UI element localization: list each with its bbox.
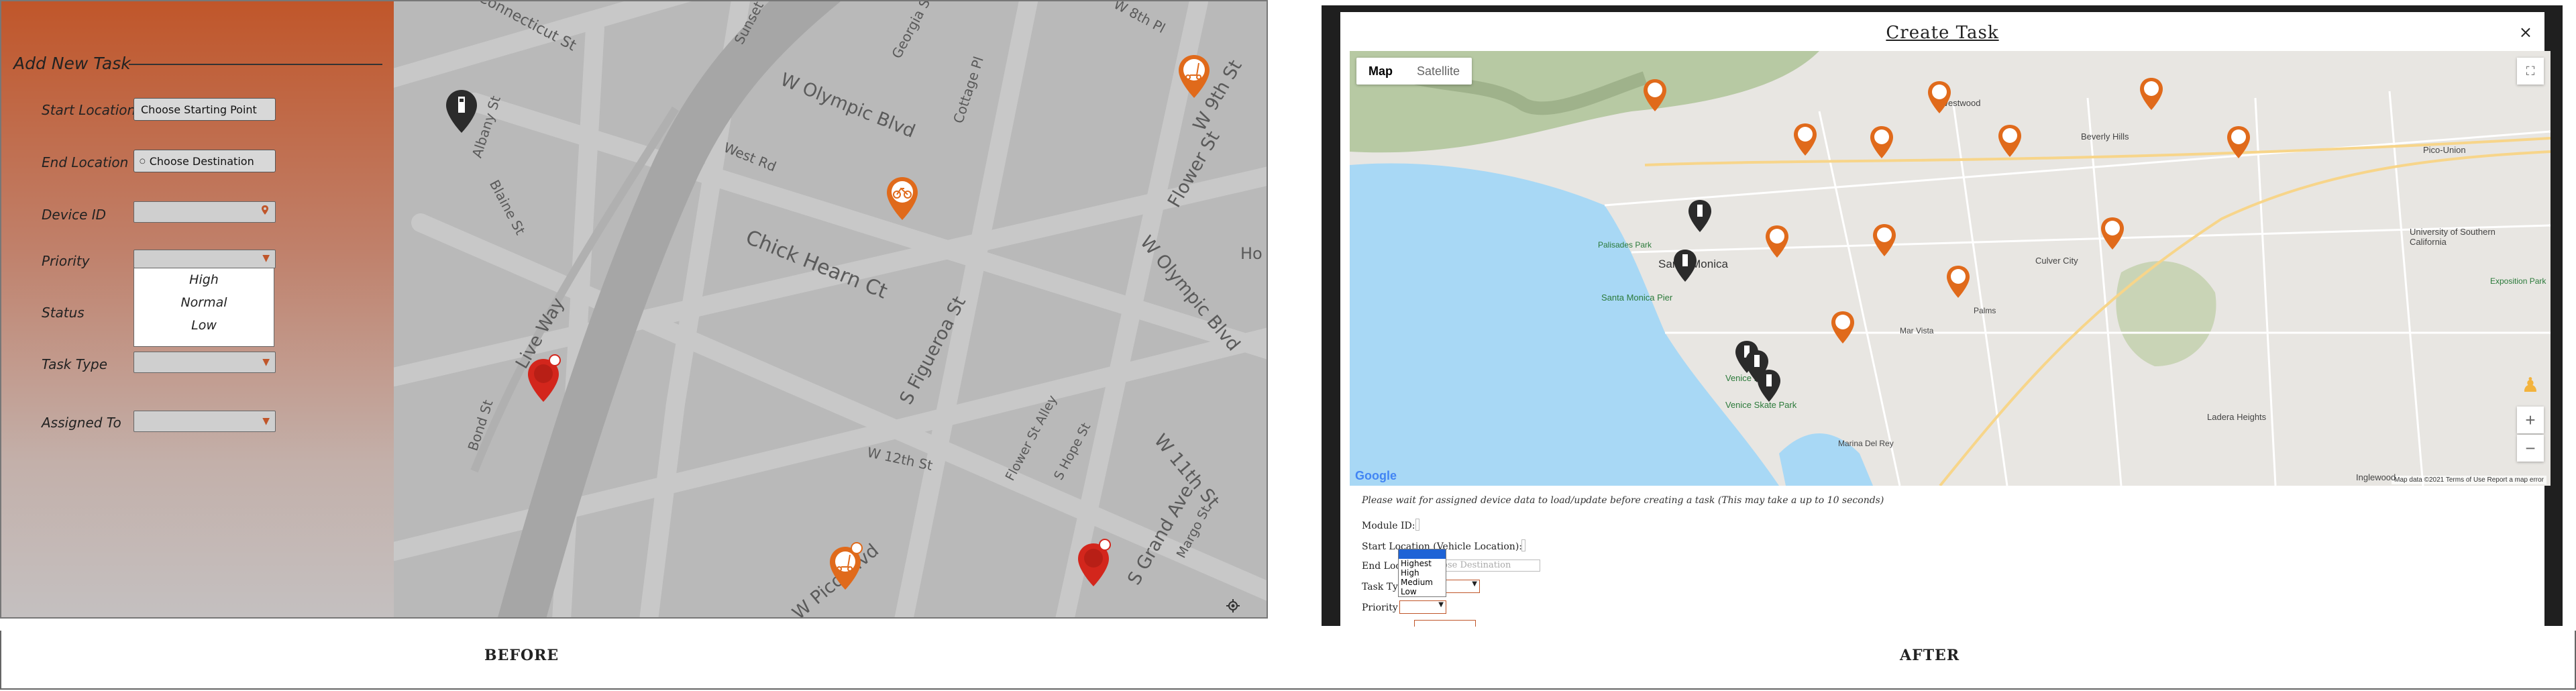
priority-option-highest[interactable]: Highest <box>1399 559 1446 568</box>
scooter-pin-icon[interactable] <box>1870 126 1893 158</box>
priority-label: Priority <box>42 253 90 269</box>
end-location-label: End Location <box>42 154 129 170</box>
map-footer[interactable]: Map data ©2021 Terms of Use Report a map… <box>2392 476 2546 484</box>
chevron-down-icon: ▼ <box>262 416 270 427</box>
assigned-to-select[interactable]: ▼ <box>133 411 276 432</box>
title-divider <box>129 64 382 65</box>
scooter-pin-icon[interactable] <box>1794 123 1817 156</box>
figure-caption-bar <box>0 631 2576 690</box>
place-label: Ladera Heights <box>2207 412 2267 422</box>
task-type-select[interactable]: ▼ <box>133 352 276 373</box>
place-label: Marina Del Rey <box>1838 439 1894 448</box>
device-id-input[interactable] <box>133 201 276 223</box>
scooter-pin-icon[interactable] <box>1831 311 1854 343</box>
choose-destination-label: Choose Destination <box>149 154 254 168</box>
place-label: Beverly Hills <box>2081 131 2129 142</box>
zoom-in-button[interactable]: + <box>2517 407 2544 433</box>
chevron-down-icon: ▼ <box>262 357 270 368</box>
location-pin-icon <box>262 205 268 215</box>
scooter-pin-icon[interactable] <box>2227 126 2250 158</box>
my-location-icon[interactable] <box>1226 598 1240 613</box>
priority-option-low[interactable]: Low <box>1399 587 1446 596</box>
priority-label: Priority <box>1362 602 1398 613</box>
place-label: Santa Monica Pier <box>1601 293 1673 303</box>
google-map[interactable]: Map Satellite ⛶ ♟ + − Google Map data ©2… <box>1350 51 2551 486</box>
module-id-input[interactable] <box>1415 519 1419 531</box>
scooter-pin-icon[interactable] <box>2101 217 2124 250</box>
priority-option-high[interactable]: High <box>1399 568 1446 578</box>
before-screenshot: Add New Task Start Location Choose Start… <box>0 0 1268 619</box>
map-type-satellite-button[interactable]: Satellite <box>1405 58 1472 85</box>
bike-pin-icon[interactable] <box>887 177 918 220</box>
kiosk-pin-icon[interactable] <box>446 90 477 133</box>
priority-dropdown: Highest High Medium Low <box>1398 549 1446 597</box>
chevron-down-icon: ▼ <box>1472 580 1477 588</box>
chevron-down-icon: ▼ <box>1438 601 1444 608</box>
choose-destination-button[interactable]: ○ Choose Destination <box>133 150 276 172</box>
device-id-label: Device ID <box>42 207 107 223</box>
map-type-toggle: Map Satellite <box>1356 58 1472 85</box>
start-location-label: Start Location <box>42 102 136 118</box>
add-task-form: Add New Task Start Location Choose Start… <box>1 1 394 617</box>
priority-dropdown: High Normal Low <box>133 268 274 347</box>
kiosk-pin-icon[interactable] <box>1688 200 1711 232</box>
priority-option-blank[interactable] <box>1399 549 1446 559</box>
scooter-pin-icon[interactable] <box>2140 78 2163 110</box>
scooter-pin-icon[interactable] <box>1766 225 1788 258</box>
scooter-pin-icon[interactable] <box>1947 266 1970 298</box>
fullscreen-icon[interactable]: ⛶ <box>2517 58 2544 85</box>
place-label: Pico-Union <box>2423 145 2466 155</box>
before-caption: BEFORE <box>484 647 559 664</box>
form-title: Add New Task <box>13 54 131 73</box>
scooter-pin-icon[interactable] <box>1998 125 2021 157</box>
map-type-map-button[interactable]: Map <box>1356 58 1405 85</box>
submit-button-edge[interactable] <box>1414 620 1476 627</box>
chevron-down-icon: ▼ <box>262 253 270 264</box>
scooter-pin-icon[interactable] <box>1873 224 1896 256</box>
priority-select[interactable]: ▼ <box>1399 600 1446 614</box>
map-before[interactable]: Connecticut St W 8th Pl W Olympic Blvd C… <box>394 1 1267 617</box>
radio-dot-icon: ○ <box>140 157 146 165</box>
kiosk-pin-icon[interactable] <box>1758 370 1780 402</box>
badge-icon <box>1186 61 1194 69</box>
status-label: Status <box>42 305 85 321</box>
priority-option-high[interactable]: High <box>134 268 274 291</box>
priority-option-normal[interactable]: Normal <box>134 291 274 314</box>
scooter-pin-icon[interactable] <box>1644 79 1666 111</box>
place-label: University of Southern California <box>2410 227 2496 247</box>
place-label: Mar Vista <box>1900 326 1934 335</box>
start-location-input[interactable] <box>1521 539 1525 551</box>
priority-option-low[interactable]: Low <box>134 314 274 337</box>
bike-alert-pin-icon[interactable] <box>1078 538 1112 586</box>
modal-title: Create Task <box>1886 23 1999 43</box>
task-type-label: Task Type <box>42 356 108 372</box>
scooter-alert-pin-icon[interactable] <box>528 354 561 402</box>
scooter-pin-icon[interactable] <box>1928 81 1951 113</box>
pegman-icon[interactable]: ♟ <box>2517 372 2544 398</box>
google-logo-text: Google <box>1355 469 1397 482</box>
after-screenshot: Create Task × Map Satellite ⛶ ♟ + − Goog… <box>1322 5 2563 627</box>
choose-starting-point-button[interactable]: Choose Starting Point <box>133 98 276 121</box>
assigned-to-label: Assigned To <box>42 415 121 431</box>
place-label: Culver City <box>2035 256 2078 266</box>
close-icon[interactable]: × <box>2519 23 2532 42</box>
scooter-pin-icon[interactable] <box>830 541 863 590</box>
after-caption: AFTER <box>1900 647 1960 664</box>
kiosk-pin-icon[interactable] <box>1674 250 1697 282</box>
place-label: Inglewood <box>2356 472 2396 482</box>
create-task-modal: Create Task × Map Satellite ⛶ ♟ + − Goog… <box>1340 12 2551 627</box>
module-id-label: Module ID: <box>1362 521 1415 531</box>
place-label: Exposition Park <box>2490 276 2546 286</box>
place-label: Palisades Park <box>1598 240 1652 250</box>
loading-note: Please wait for assigned device data to … <box>1362 495 1884 506</box>
place-label: Palms <box>1974 306 1996 315</box>
priority-option-medium[interactable]: Medium <box>1399 578 1446 587</box>
street-label: Ho <box>1240 244 1263 263</box>
zoom-out-button[interactable]: − <box>2517 435 2544 462</box>
priority-select[interactable]: ▼ <box>133 250 276 268</box>
google-logo: Google <box>1355 469 1397 483</box>
